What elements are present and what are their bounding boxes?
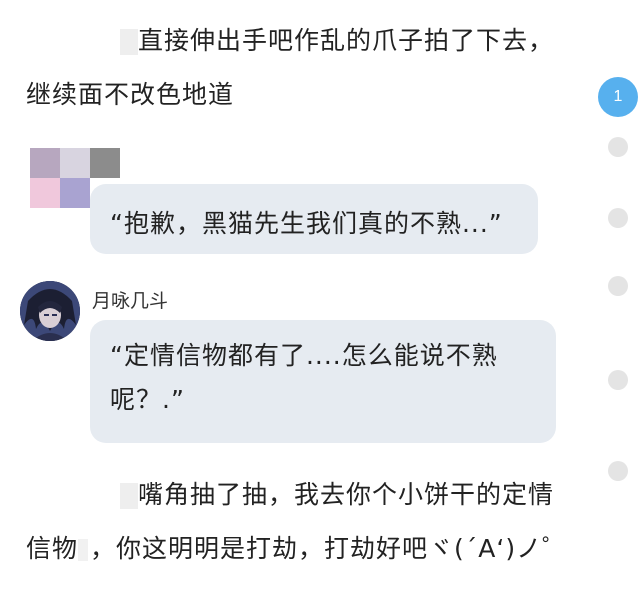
mosaic-cell	[60, 148, 90, 178]
paragraph-comment-dot[interactable]	[608, 370, 628, 390]
narration-paragraph-1: 直接伸出手吧作乱的爪子拍了下去， 继续面不改色地道	[26, 14, 596, 122]
mosaic-cell	[30, 178, 60, 208]
avatar-image	[20, 281, 80, 341]
username-label: 月咏几斗	[92, 290, 169, 312]
narration-2-line-2b: ，你这明明是打劫，打劫好吧ヾ(´A‘)ノ゜	[90, 534, 569, 563]
paragraph-comment-dot[interactable]	[608, 276, 628, 296]
narration-1-line-1: 直接伸出手吧作乱的爪子拍了下去，	[138, 26, 555, 55]
chat-bubble-2-text: “定情信物都有了....怎么能说不熟呢？.”	[110, 341, 498, 414]
user-avatar[interactable]	[20, 281, 80, 341]
narration-2-line-1: 嘴角抽了抽，我去你个小饼干的定情	[138, 480, 555, 509]
redacted-name-space	[26, 14, 138, 68]
mosaic-cell	[30, 148, 60, 178]
narration-2-line-2a: 信物	[26, 534, 79, 563]
narration-paragraph-2: 嘴角抽了抽，我去你个小饼干的定情 信物 ，你这明明是打劫，打劫好吧ヾ(´A‘)ノ゜	[26, 468, 596, 576]
blurred-text-patch	[78, 539, 89, 561]
mosaic-cell	[90, 148, 120, 178]
paragraph-comment-dot[interactable]	[608, 208, 628, 228]
chat-bubble-1: “抱歉，黑猫先生我们真的不熟...”	[90, 184, 538, 254]
chat-bubble-2: “定情信物都有了....怎么能说不熟呢？.”	[90, 320, 556, 443]
mosaic-cell	[60, 178, 90, 208]
chat-bubble-1-text: “抱歉，黑猫先生我们真的不熟...”	[110, 209, 503, 238]
comment-count-badge[interactable]: 1	[598, 77, 638, 117]
blurred-name-patch	[120, 483, 138, 509]
paragraph-comment-dot[interactable]	[608, 137, 628, 157]
paragraph-comment-dot[interactable]	[608, 461, 628, 481]
blurred-name-patch	[120, 29, 138, 55]
redacted-name-space	[26, 468, 138, 522]
narration-1-line-2: 继续面不改色地道	[26, 80, 235, 109]
